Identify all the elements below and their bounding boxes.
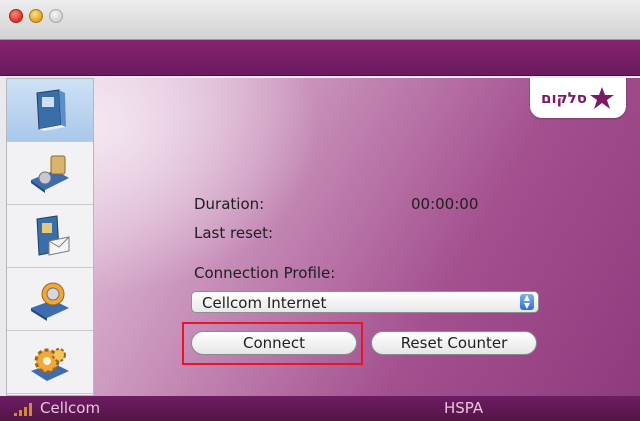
connection-profile-select[interactable]: Cellcom Internet ▲ ▼ [191,291,539,313]
close-button[interactable] [9,9,23,23]
logo-text: סלקום [541,89,587,107]
sidebar-item-phone-book[interactable] [7,79,93,142]
title-bar [0,0,640,40]
connection-profile-value: Cellcom Internet [202,294,327,312]
signal-strength-icon [14,402,36,416]
sim-card-icon [31,155,69,193]
connection-icon [31,282,69,321]
main-panel: סלקום Duration: 00:00:00 Last reset: Con… [94,78,640,396]
duration-value: 00:00:00 [411,195,479,213]
sms-icon [36,215,70,256]
cellcom-logo: סלקום [530,78,626,118]
star-icon [589,87,614,109]
sidebar-item-settings[interactable] [7,331,93,394]
sidebar-item-sms[interactable] [7,205,93,268]
phone-book-icon [36,89,66,131]
sidebar-item-sim-card[interactable] [7,142,93,205]
sidebar-item-connection[interactable] [7,268,93,331]
duration-label: Duration: [194,195,265,213]
gear-icon [31,348,69,381]
status-bar: Cellcom HSPA [0,396,640,421]
chevron-up-down-icon: ▲ ▼ [520,294,534,310]
header-band [0,40,640,76]
connection-profile-label: Connection Profile: [194,264,336,282]
network-type: HSPA [444,399,484,417]
zoom-button[interactable] [49,9,63,23]
connect-button[interactable]: Connect [191,331,357,355]
reset-counter-button[interactable]: Reset Counter [371,331,537,355]
last-reset-label: Last reset: [194,224,274,242]
carrier-name: Cellcom [40,399,101,417]
minimize-button[interactable] [29,9,43,23]
sidebar [6,78,94,396]
